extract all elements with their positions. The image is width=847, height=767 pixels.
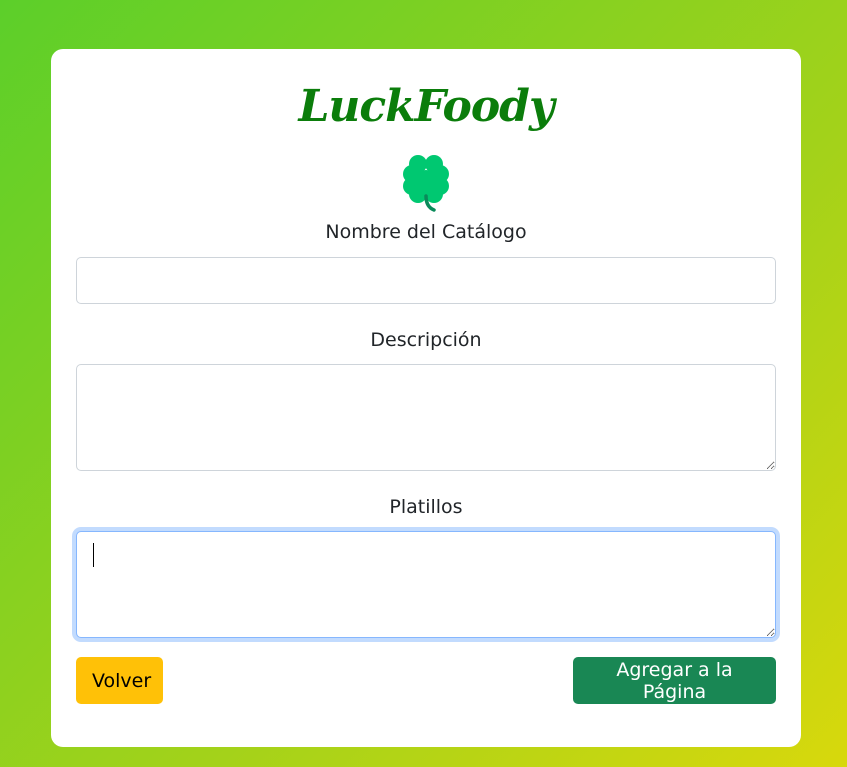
text-caret — [93, 543, 94, 567]
platillos-field — [76, 531, 776, 638]
volver-button[interactable]: Volver — [76, 657, 163, 704]
descripcion-label: Descripción — [370, 329, 482, 351]
four-leaf-clover-icon — [403, 155, 449, 212]
descripcion-textarea[interactable] — [76, 364, 776, 471]
form-actions: Volver Agregar a la Página — [76, 657, 776, 704]
platillos-label: Platillos — [389, 496, 463, 518]
agregar-button[interactable]: Agregar a la Página — [573, 657, 776, 704]
platillos-textarea[interactable] — [76, 531, 776, 638]
nombre-label: Nombre del Catálogo — [325, 221, 527, 243]
catalog-form-card: LuckFoody Nombre del Catálogo Descripció… — [51, 49, 801, 747]
nombre-catalogo-input[interactable] — [76, 257, 776, 304]
brand-title: LuckFoody — [298, 81, 554, 132]
